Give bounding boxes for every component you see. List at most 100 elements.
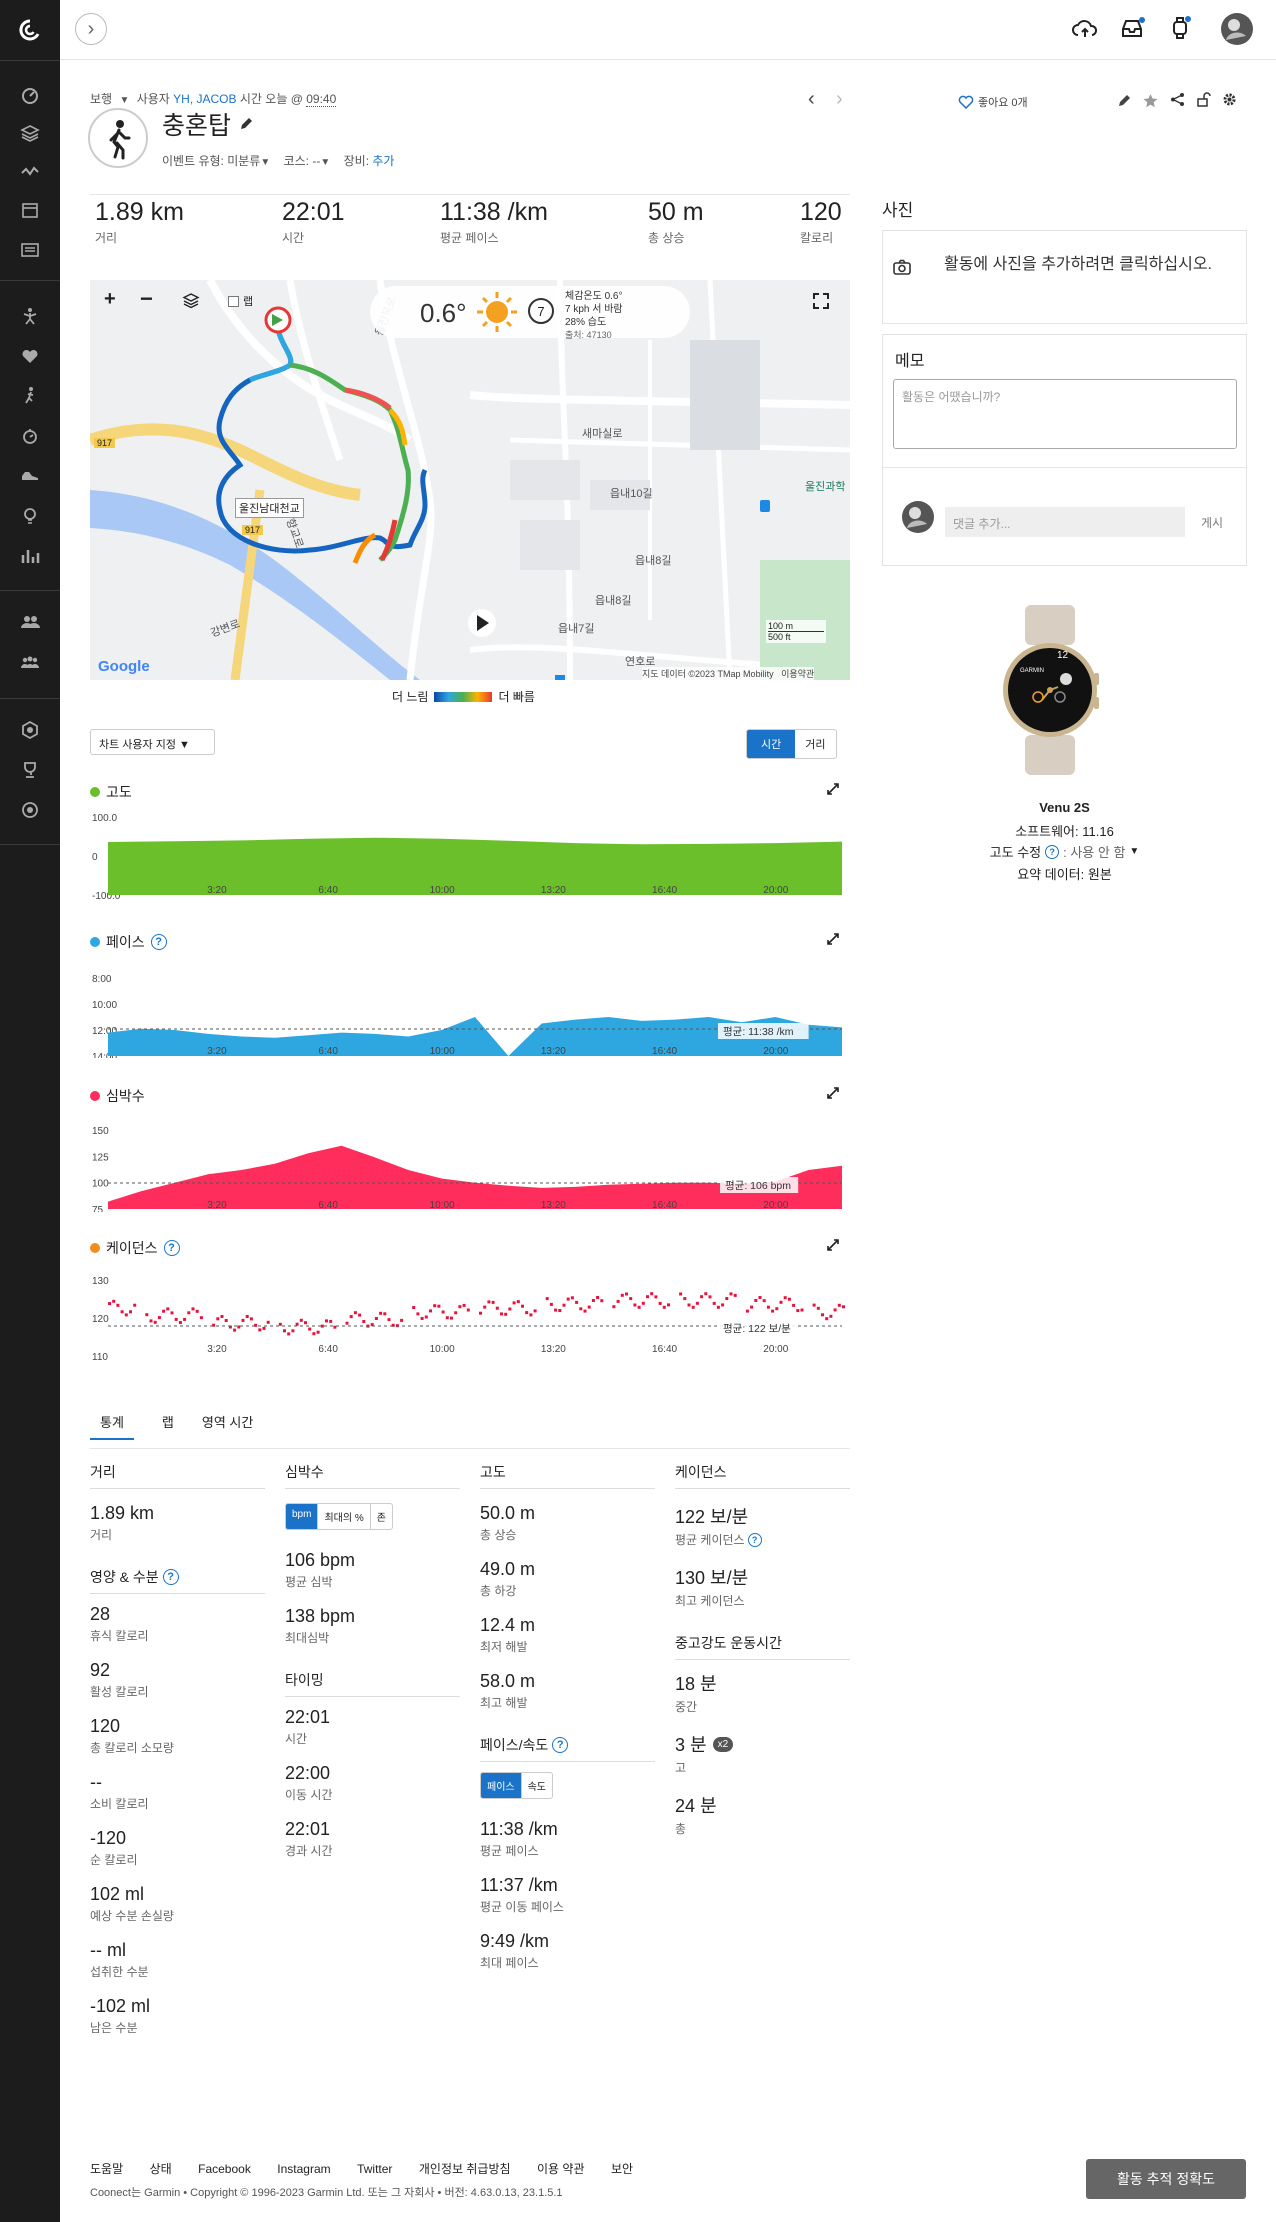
next-activity-button[interactable]: › [836, 88, 843, 111]
running-icon[interactable] [20, 386, 40, 406]
xaxis-distance-button[interactable]: 거리 [795, 730, 835, 758]
layers-icon[interactable] [20, 123, 40, 143]
goals-target-icon[interactable] [20, 800, 40, 820]
inbox-icon[interactable] [1120, 16, 1146, 40]
expand-chart-icon[interactable] [826, 1238, 840, 1252]
footer-link-help[interactable]: 도움말 [90, 2162, 123, 2176]
help-icon[interactable]: ? [163, 1240, 180, 1256]
data-point [658, 1301, 662, 1305]
elevation-chart[interactable]: 100.00-100.03:20 6:40 10:00 13:20 16:40 20:00 [90, 805, 850, 900]
trophy-icon[interactable] [20, 760, 40, 780]
hr-unit-bpm[interactable]: bpm [286, 1504, 319, 1529]
zoom-out-button[interactable]: − [140, 286, 153, 312]
expand-chart-icon[interactable] [826, 782, 840, 796]
x-tick-label: 13:20 [541, 1200, 566, 1211]
event-type-select[interactable]: 미분류 [227, 154, 260, 168]
star-icon[interactable] [1143, 93, 1158, 108]
expand-chart-icon[interactable] [826, 1086, 840, 1100]
footer-link-instagram[interactable]: Instagram [277, 2162, 330, 2176]
garmin-connect-logo-icon[interactable] [18, 18, 42, 42]
data-point [329, 1319, 333, 1323]
footer-link-status[interactable]: 상태 [150, 2162, 172, 2176]
activity-accuracy-button[interactable]: 활동 추적 정확도 [1086, 2159, 1246, 2199]
memo-textarea[interactable]: 활동은 어땠습니까? [893, 379, 1237, 449]
edit-icon[interactable] [1117, 94, 1131, 108]
data-point [629, 1297, 633, 1301]
data-point [549, 1302, 553, 1306]
comment-input[interactable]: 댓글 추가... [945, 507, 1185, 537]
reports-icon[interactable] [20, 240, 40, 260]
data-point [837, 1303, 841, 1307]
add-photo-card[interactable]: 활동에 사진을 추가하려면 클릭하십시오. [882, 230, 1247, 324]
footer-link-facebook[interactable]: Facebook [198, 2162, 251, 2176]
toggle-speed[interactable]: 속도 [522, 1773, 552, 1798]
elev-correction-select[interactable]: : 사용 안 함 [1063, 842, 1125, 861]
help-icon[interactable]: ? [747, 1532, 762, 1547]
chart-customize-dropdown[interactable]: 차트 사용자 지정 ▼ [90, 729, 215, 755]
data-point [108, 1302, 111, 1306]
footer-link-twitter[interactable]: Twitter [357, 2162, 392, 2176]
footer-link-terms[interactable]: 이용 약관 [537, 2162, 585, 2176]
map-layers-icon[interactable] [182, 292, 200, 310]
pace-chart[interactable]: 8:0010:0012:0014:003:20 6:40 10:00 13:20 16:… [90, 958, 850, 1058]
prev-activity-button[interactable]: ‹ [808, 88, 815, 111]
laps-checkbox[interactable] [228, 295, 239, 307]
dashboard-icon[interactable] [20, 85, 40, 105]
hr-unit-percent-max[interactable]: 최대의 % [318, 1504, 371, 1529]
cadence-chart[interactable]: 130 120 110 3:20 6:40 10:00 13:20 16:40 20:00 평균:… [90, 1262, 850, 1362]
insights-bulb-icon[interactable] [20, 506, 40, 526]
calendar-icon[interactable] [20, 200, 40, 220]
footer-link-privacy[interactable]: 개인정보 취급방침 [419, 2162, 511, 2176]
activities-icon[interactable] [20, 161, 40, 181]
stat-value: -102 ml [90, 1996, 151, 2016]
groups-icon[interactable] [20, 652, 40, 672]
data-point [745, 1309, 749, 1313]
privacy-lock-icon[interactable] [1196, 92, 1211, 107]
badges-icon[interactable] [20, 720, 40, 740]
health-heart-icon[interactable] [20, 346, 40, 366]
stat-value: -- [90, 1772, 102, 1792]
add-gear-link[interactable]: 추가 [372, 154, 394, 168]
avatar[interactable] [1220, 12, 1254, 46]
connections-icon[interactable] [20, 612, 40, 632]
page-title[interactable]: 충혼탑 [162, 106, 231, 142]
stopwatch-icon[interactable] [20, 426, 40, 446]
activity-time[interactable]: 09:40 [306, 92, 337, 107]
route-map[interactable]: 울진남대천교 917 917 새마실로 읍내10길 읍내8길 읍내8길 읍내7길… [90, 280, 850, 680]
share-icon[interactable] [1170, 92, 1185, 107]
edit-pencil-icon[interactable] [239, 117, 253, 131]
tab-time-in-zone[interactable]: 영역 시간 [202, 1412, 253, 1440]
training-icon[interactable] [20, 306, 40, 326]
cadence-chart-title: 케이던스? [90, 1238, 180, 1258]
chart-customize-label: 차트 사용자 지정 [99, 739, 176, 751]
elevation-chart-title: 고도 [90, 782, 132, 802]
upload-cloud-icon[interactable] [1072, 18, 1098, 40]
device-watch-icon[interactable] [1170, 14, 1192, 42]
expand-nav-button[interactable]: › [75, 13, 107, 45]
data-point [683, 1297, 687, 1301]
shoe-icon[interactable] [20, 466, 40, 486]
settings-gear-icon[interactable] [1222, 92, 1237, 107]
tab-stats[interactable]: 통계 [90, 1412, 134, 1440]
expand-chart-icon[interactable] [826, 932, 840, 946]
toggle-pace[interactable]: 페이스 [481, 1773, 522, 1798]
help-icon[interactable]: ? [162, 1569, 179, 1585]
help-icon[interactable]: ? [552, 1737, 569, 1753]
like-button[interactable]: 좋아요 0개 [958, 94, 1028, 110]
tab-laps[interactable]: 랩 [162, 1412, 174, 1440]
statistics-icon[interactable] [20, 546, 40, 566]
data-point [512, 1301, 516, 1305]
zoom-in-button[interactable]: + [104, 288, 116, 311]
map-terms-link[interactable]: 이용약관 [781, 669, 814, 679]
hr-chart[interactable]: 150 125 100 75 3:20 6:40 10:00 13:20 16:40 20:00 평… [90, 1112, 850, 1212]
post-comment-button[interactable]: 게시 [1201, 514, 1223, 531]
hr-unit-zone[interactable]: 존 [371, 1504, 392, 1529]
help-icon[interactable]: ? [150, 934, 167, 950]
help-icon[interactable]: ? [1045, 844, 1060, 859]
footer-link-security[interactable]: 보안 [611, 2162, 633, 2176]
activity-user-link[interactable]: YH, JACOB [173, 92, 236, 106]
x-tick-label: 10:00 [430, 885, 455, 896]
xaxis-time-button[interactable]: 시간 [747, 730, 796, 758]
stat-value: 130 보/분 [675, 1568, 749, 1588]
fullscreen-icon[interactable] [812, 292, 830, 310]
